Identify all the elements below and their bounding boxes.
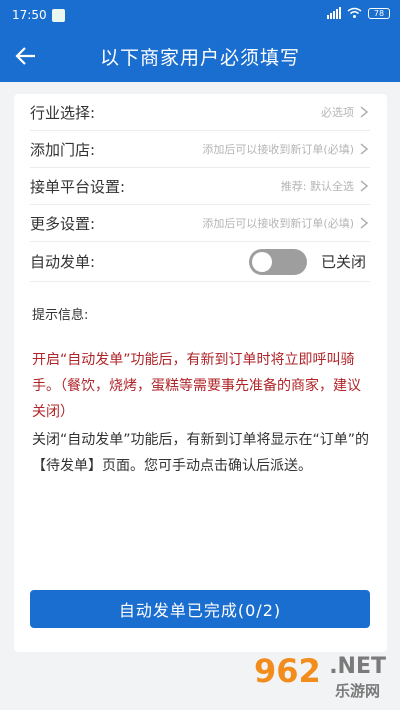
hint-warning-text: 开启“自动发单”功能后，有新到订单时将立即呼叫骑手。（餐饮，烧烤，蛋糕等需要事先… bbox=[32, 352, 361, 420]
watermark-suffix: .NET bbox=[329, 654, 386, 679]
status-time: 17:50 bbox=[12, 8, 47, 22]
row-auto-dispatch: 自动发单: 已关闭 bbox=[30, 242, 370, 282]
row-value: 添加后可以接收到新订单(必填) bbox=[202, 143, 354, 156]
row-label: 添加门店: bbox=[30, 140, 96, 159]
row-label: 行业选择: bbox=[30, 103, 96, 122]
settings-card: 行业选择: 必选项 添加门店: 添加后可以接收到新订单(必填) 接单平台设置: … bbox=[14, 94, 387, 652]
chevron-right-icon bbox=[358, 106, 370, 118]
watermark-site: 乐游网 bbox=[334, 682, 380, 700]
wifi-icon bbox=[347, 7, 362, 18]
auto-dispatch-toggle[interactable] bbox=[248, 248, 307, 275]
status-bar: 17:50 78 bbox=[0, 0, 400, 30]
watermark-logo: 962 bbox=[254, 652, 321, 690]
chevron-right-icon bbox=[358, 143, 370, 155]
watermark: 962 .NET 乐游网 bbox=[254, 648, 386, 704]
page-title: 以下商家用户必须填写 bbox=[99, 47, 300, 69]
hint-info-text: 关闭“自动发单”功能后，有新到订单将显示在“订单”的【待发单】页面。您可手动点击… bbox=[32, 432, 370, 474]
row-industry[interactable]: 行业选择: 必选项 bbox=[30, 94, 370, 131]
row-label: 接单平台设置: bbox=[30, 177, 126, 196]
toggle-knob bbox=[251, 251, 272, 272]
status-indicators: 78 bbox=[327, 7, 390, 19]
row-value: 必选项 bbox=[321, 106, 354, 119]
auto-dispatch-complete-button[interactable]: 自动发单已完成(0/2) bbox=[30, 590, 370, 628]
chevron-right-icon bbox=[358, 180, 370, 192]
signal-icon bbox=[327, 7, 341, 19]
chevron-right-icon bbox=[358, 217, 370, 229]
app-notification-icon bbox=[52, 9, 65, 22]
app-bar: 以下商家用户必须填写 bbox=[0, 30, 400, 82]
row-add-store[interactable]: 添加门店: 添加后可以接收到新订单(必填) bbox=[30, 131, 370, 168]
toggle-status: 已关闭 bbox=[320, 253, 366, 271]
hint-title: 提示信息: bbox=[32, 308, 89, 323]
row-value: 添加后可以接收到新订单(必填) bbox=[202, 217, 354, 230]
row-value: 推荐: 默认全选 bbox=[280, 180, 354, 193]
row-platform-settings[interactable]: 接单平台设置: 推荐: 默认全选 bbox=[30, 168, 370, 205]
battery-icon: 78 bbox=[368, 7, 390, 19]
row-more-settings[interactable]: 更多设置: 添加后可以接收到新订单(必填) bbox=[30, 205, 370, 242]
row-label: 自动发单: bbox=[30, 253, 96, 271]
row-label: 更多设置: bbox=[30, 214, 96, 233]
